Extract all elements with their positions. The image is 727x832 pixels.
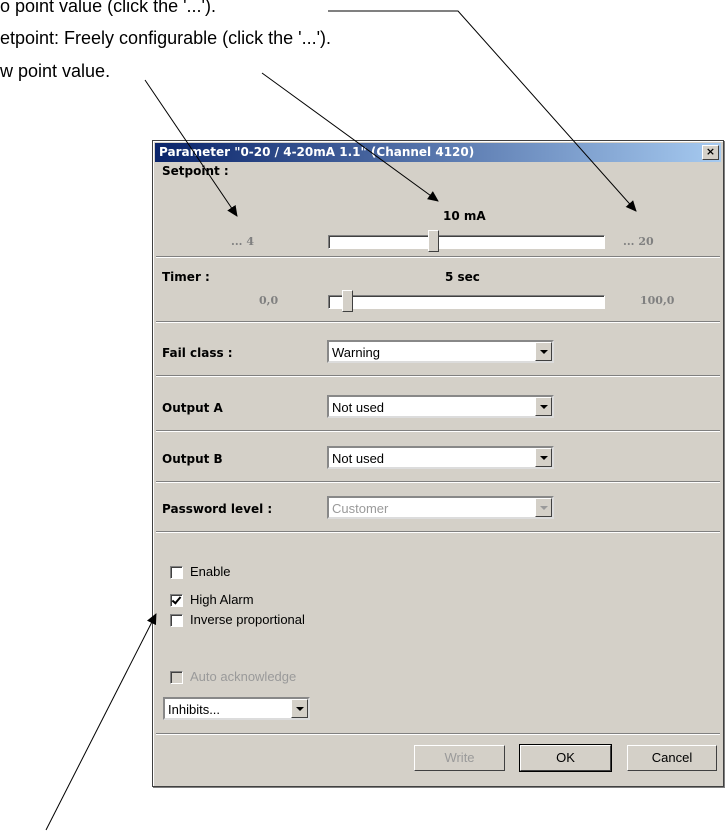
chevron-down-icon[interactable] xyxy=(535,448,552,467)
inverse-proportional-checkbox[interactable] xyxy=(170,614,183,627)
chevron-down-icon[interactable] xyxy=(535,342,552,361)
output-b-select[interactable]: Not used xyxy=(327,446,554,469)
enable-checkbox[interactable] xyxy=(170,566,183,579)
setpoint-slider-thumb[interactable] xyxy=(428,230,439,252)
divider xyxy=(156,733,720,735)
cancel-button[interactable]: Cancel xyxy=(627,745,717,771)
setpoint-value: 10 mA xyxy=(443,209,486,223)
divider xyxy=(156,256,720,258)
divider xyxy=(156,481,720,483)
fail-class-label: Fail class : xyxy=(162,346,233,360)
write-button: Write xyxy=(414,745,505,771)
password-level-select: Customer xyxy=(327,496,554,519)
fail-class-value: Warning xyxy=(332,345,380,360)
divider xyxy=(156,321,720,323)
inverse-proportional-label[interactable]: Inverse proportional xyxy=(190,612,305,627)
setpoint-max-button[interactable]: ... 20 xyxy=(623,235,654,248)
output-a-label: Output A xyxy=(162,401,223,415)
timer-slider-track[interactable] xyxy=(328,290,605,312)
output-b-label: Output B xyxy=(162,452,223,466)
password-level-value: Customer xyxy=(332,501,389,516)
divider xyxy=(156,375,720,377)
setpoint-min-button[interactable]: ... 4 xyxy=(231,235,254,248)
divider xyxy=(156,430,720,432)
chevron-down-icon[interactable] xyxy=(291,699,308,718)
enable-label[interactable]: Enable xyxy=(190,564,230,579)
timer-value: 5 sec xyxy=(445,270,480,284)
auto-acknowledge-label: Auto acknowledge xyxy=(190,669,297,684)
timer-label: Timer : xyxy=(162,270,210,284)
inhibits-select[interactable]: Inhibits... xyxy=(163,697,310,720)
dialog-title: Parameter "0-20 / 4-20mA 1.1" (Channel 4… xyxy=(159,145,475,159)
annotation-line-2: etpoint: Freely configurable (click the … xyxy=(0,28,332,48)
setpoint-slider-track[interactable] xyxy=(328,230,605,252)
parameter-dialog: Parameter "0-20 / 4-20mA 1.1" (Channel 4… xyxy=(152,140,724,787)
arrow-checkboxes xyxy=(45,613,157,831)
output-a-select[interactable]: Not used xyxy=(327,395,554,418)
timer-min: 0,0 xyxy=(259,294,279,307)
output-b-value: Not used xyxy=(332,451,385,466)
output-a-value: Not used xyxy=(332,400,385,415)
timer-slider-thumb[interactable] xyxy=(342,290,353,312)
auto-acknowledge-checkbox xyxy=(170,671,183,684)
high-alarm-checkbox[interactable] xyxy=(170,594,183,607)
chevron-down-icon xyxy=(535,498,552,517)
ok-button[interactable]: OK xyxy=(519,744,612,772)
password-level-label: Password level : xyxy=(162,502,273,516)
timer-max: 100,0 xyxy=(640,294,675,307)
chevron-down-icon[interactable] xyxy=(535,397,552,416)
divider xyxy=(156,531,720,533)
setpoint-label: Setpoint : xyxy=(162,164,229,178)
inhibits-value: Inhibits... xyxy=(168,702,221,717)
annotation-line-3: w point value. xyxy=(0,61,111,81)
close-icon[interactable]: × xyxy=(702,145,719,160)
dialog-titlebar[interactable]: Parameter "0-20 / 4-20mA 1.1" (Channel 4… xyxy=(155,143,721,162)
annotation-line-1: o point value (click the '...'). xyxy=(0,0,216,16)
fail-class-select[interactable]: Warning xyxy=(327,340,554,363)
high-alarm-label[interactable]: High Alarm xyxy=(190,592,254,607)
